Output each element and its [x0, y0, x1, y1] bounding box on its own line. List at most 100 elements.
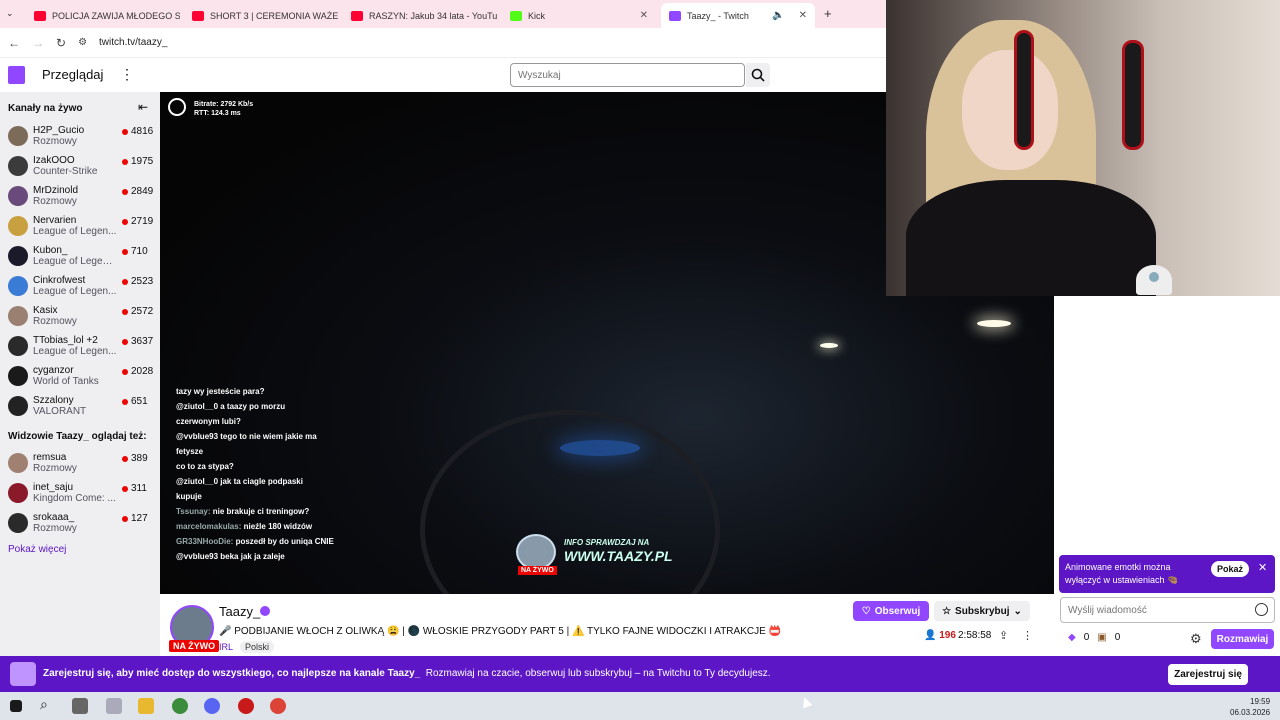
sidebar-channel[interactable]: Cinkrofwest League of Legen... 2523 — [0, 272, 160, 302]
more-options-icon[interactable]: ⋮ — [1022, 629, 1033, 642]
live-dot-icon — [122, 219, 128, 225]
sidebar-channel[interactable]: remsua Rozmowy 389 — [0, 449, 160, 479]
task-view-icon[interactable] — [72, 698, 88, 714]
chat-message: kupuje — [176, 489, 391, 504]
chat-username: GR33NHooDie: — [176, 537, 234, 546]
sidebar-channel[interactable]: TTobias_lol +2 League of Legen... 3637 — [0, 332, 160, 362]
tab-title: Taazy_ - Twitch — [687, 10, 749, 21]
channel-avatar — [8, 453, 28, 473]
close-icon[interactable]: ✕ — [1258, 561, 1267, 574]
folder-icon[interactable] — [138, 698, 154, 714]
points-icon[interactable]: ▣ — [1097, 632, 1106, 643]
chrome-icon[interactable] — [270, 698, 286, 714]
channel-avatar — [8, 366, 28, 386]
explorer-app-icon[interactable] — [106, 698, 122, 714]
channel-avatar — [8, 306, 28, 326]
channel-avatar — [8, 126, 28, 146]
sidebar-channel[interactable]: IzakOOO Counter-Strike 1975 — [0, 152, 160, 182]
chat-text: @ziutol__0 a taazy po morzu — [176, 402, 286, 411]
browse-link[interactable]: Przeglądaj — [42, 67, 103, 82]
sidebar-channel[interactable]: Kubon_ League of Legends 710 — [0, 242, 160, 272]
sidebar-channel[interactable]: srokaaa_ Rozmowy 127 — [0, 509, 160, 539]
channel-name: Kasix — [33, 305, 58, 316]
youtube-icon — [34, 10, 46, 21]
gear-icon[interactable]: ⚙ — [1190, 631, 1202, 647]
subscribe-button[interactable]: ☆ Subskrybuj ⌄ — [934, 601, 1030, 621]
channel-name[interactable]: Taazy_ — [219, 604, 260, 619]
channel-viewers: 3637 — [131, 336, 154, 347]
sidebar-channel[interactable]: Nervarien League of Legen... 2719 — [0, 212, 160, 242]
bits-icon[interactable]: ◆ — [1068, 632, 1076, 643]
app-icon[interactable] — [238, 698, 254, 714]
address-bar[interactable]: twitch.tv/taazy_ — [99, 37, 167, 48]
channel-viewers: 389 — [131, 453, 148, 464]
site-info-icon[interactable]: ⚙ — [78, 37, 87, 48]
notice-show-button[interactable]: Pokaż — [1211, 561, 1250, 577]
sidebar-channel[interactable]: H2P_Gucio Rozmowy 4816 — [0, 122, 160, 152]
follow-button[interactable]: ♡ Obserwuj — [853, 601, 929, 621]
channel-name: inet_saju — [33, 482, 74, 493]
tab-list-chevron-icon[interactable]: ⌄ — [6, 8, 14, 19]
live-dot-icon — [122, 189, 128, 195]
channel-game: Rozmowy — [33, 523, 77, 534]
sidebar-channel[interactable]: Szzalony VALORANT 651 — [0, 392, 160, 422]
ceiling-light — [977, 320, 1011, 327]
chrome-icon[interactable] — [172, 698, 188, 714]
channel-avatar — [8, 336, 28, 356]
sidebar-channel[interactable]: Kasix Rozmowy 2572 — [0, 302, 160, 332]
reload-icon[interactable]: ↻ — [56, 36, 66, 50]
webcam-subject — [906, 180, 1156, 296]
browser-tab[interactable]: SHORT 3 | CEREMONIA WAŻEN ✕ — [184, 3, 338, 28]
browser-tab[interactable]: POLICJA ZAWIJA MŁODEGO STR ✕ — [26, 3, 180, 28]
search-input[interactable] — [510, 63, 745, 87]
browser-tab[interactable]: Kick ✕ — [502, 3, 656, 28]
search-icon[interactable]: ⌕ — [40, 696, 48, 713]
brand-caption: INFO SPRAWDZAJ NA — [564, 538, 650, 547]
channel-game: Kingdom Come: ... — [33, 493, 116, 504]
live-dot-icon — [122, 339, 128, 345]
language-tag[interactable]: Polski — [240, 641, 275, 653]
chat-input[interactable] — [1060, 597, 1275, 623]
channel-name: MrDzinold — [33, 185, 79, 196]
channel-name: srokaaa_ — [33, 512, 75, 523]
search-button[interactable] — [746, 63, 770, 87]
back-icon[interactable]: ← — [8, 36, 20, 50]
more-menu-icon[interactable]: ⋮ — [120, 66, 134, 83]
chat-message: GR33NHooDie: poszedł by do uniqa CNIE — [176, 534, 391, 549]
sidebar-channel[interactable]: cyganzor World of Tanks 2028 — [0, 362, 160, 392]
windows-start-icon[interactable] — [10, 700, 22, 712]
sidebar-channel[interactable]: MrDzinold Rozmowy 2849 — [0, 182, 160, 212]
close-icon[interactable]: ✕ — [799, 10, 807, 21]
speaker-icon[interactable]: 🔈 — [772, 10, 784, 21]
forward-icon[interactable]: → — [32, 36, 44, 50]
category-link[interactable]: IRL — [219, 642, 233, 652]
close-icon[interactable]: ✕ — [640, 10, 648, 21]
channel-viewers: 651 — [131, 396, 148, 407]
browser-tab-active[interactable]: Taazy_ - Twitch 🔈 ✕ — [661, 3, 815, 28]
chat-send-button[interactable]: Rozmawiaj — [1211, 629, 1274, 649]
chat-text: tazy wy jesteście para? — [176, 387, 265, 396]
new-tab-icon[interactable]: + — [824, 6, 832, 21]
channel-avatar — [8, 396, 28, 416]
signup-button[interactable]: Zarejestruj się — [1168, 664, 1248, 685]
bitrate-text: Bitrate: 2792 Kb/s — [194, 101, 254, 108]
twitch-logo-icon[interactable] — [8, 66, 25, 84]
chevron-down-icon: ⌄ — [1013, 605, 1022, 617]
channel-avatar — [8, 216, 28, 236]
channel-game: Rozmowy — [33, 316, 77, 327]
chat-message: fetysze — [176, 444, 391, 459]
streamer-avatar — [516, 534, 556, 570]
browser-tab[interactable]: RASZYN: Jakub 34 lata - YouTub ✕ — [343, 3, 497, 28]
sidebar-channel[interactable]: inet_saju Kingdom Come: ... 311 — [0, 479, 160, 509]
collapse-sidebar-icon[interactable]: ⇤ — [138, 100, 148, 114]
live-badge: NA ŻYWO — [169, 640, 220, 652]
share-icon[interactable]: ⇪ — [999, 629, 1008, 642]
show-more-link[interactable]: Pokaż więcej — [8, 544, 66, 555]
chat-text: poszedł by do uniqa CNIE — [235, 537, 334, 546]
stream-stats: Bitrate: 2792 Kb/s RTT: 124.3 ms — [194, 100, 253, 118]
webcam-video[interactable] — [886, 0, 1280, 296]
emote-picker-icon[interactable] — [1255, 603, 1268, 616]
discord-icon[interactable] — [204, 698, 220, 714]
brand-url: WWW.TAAZY.PL — [564, 548, 673, 564]
channel-game: Counter-Strike — [33, 166, 98, 177]
